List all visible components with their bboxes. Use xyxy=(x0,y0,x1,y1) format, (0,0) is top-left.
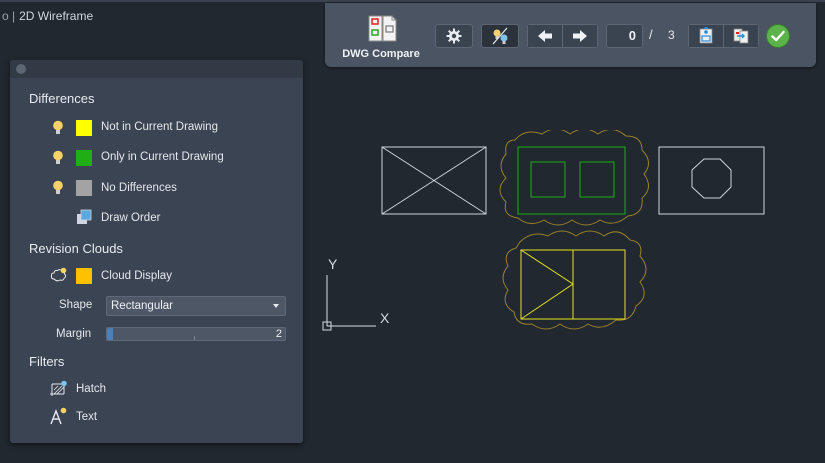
only-in-current-label: Only in Current Drawing xyxy=(101,151,224,163)
chevron-down-icon xyxy=(273,304,279,308)
lightbulb-icon[interactable] xyxy=(52,120,64,136)
lightbulb-icon[interactable] xyxy=(52,150,64,166)
text-icon[interactable] xyxy=(50,407,68,425)
dwg-compare-icon xyxy=(368,15,397,42)
settings-button[interactable] xyxy=(435,24,473,48)
shape-value: Rectangular xyxy=(111,300,174,312)
filters-heading: Filters xyxy=(29,354,65,369)
margin-value: 2 xyxy=(275,328,282,340)
text-filter-label[interactable]: Text xyxy=(76,411,97,423)
shape-dropdown[interactable]: Rectangular xyxy=(106,296,286,316)
page-separator: / xyxy=(649,27,653,42)
import-icon xyxy=(733,28,749,44)
highlight-toggle-icon xyxy=(492,27,508,45)
gear-icon xyxy=(446,28,462,44)
import-objects-button[interactable] xyxy=(723,25,758,47)
close-icon[interactable] xyxy=(16,64,26,74)
hatch-filter-label[interactable]: Hatch xyxy=(76,383,106,395)
done-button[interactable] xyxy=(767,25,789,47)
dwg-compare-app[interactable]: DWG Compare xyxy=(341,11,421,63)
dwg-compare-label: DWG Compare xyxy=(342,48,420,60)
current-difference-field[interactable]: 0 xyxy=(606,24,643,48)
drawing-area[interactable] xyxy=(310,130,810,350)
snapshot-buttons xyxy=(688,24,759,48)
not-in-current-label: Not in Current Drawing xyxy=(101,121,218,133)
cloud-display-label: Cloud Display xyxy=(101,270,172,282)
snapshot-icon xyxy=(699,27,713,44)
lightbulb-icon[interactable] xyxy=(52,180,64,196)
checkmark-icon xyxy=(771,30,785,42)
differences-heading: Differences xyxy=(29,91,95,106)
previous-difference-button[interactable] xyxy=(528,25,562,47)
not-in-current-color-swatch[interactable] xyxy=(76,120,92,136)
no-differences-color-swatch[interactable] xyxy=(76,180,92,196)
revision-cloud-top xyxy=(499,130,649,226)
compare-settings-panel: Differences Not in Current Drawing Only … xyxy=(10,60,303,443)
snapshot-button[interactable] xyxy=(689,25,723,47)
draw-order-icon[interactable] xyxy=(76,209,92,225)
cloud-display-icon[interactable] xyxy=(50,267,68,283)
arrow-right-icon xyxy=(573,30,587,42)
panel-header[interactable] xyxy=(10,60,303,78)
only-in-current-geometry xyxy=(517,146,626,215)
dwg-compare-toolbar: DWG Compare 0 / 3 xyxy=(325,3,816,67)
toggle-highlight-button[interactable] xyxy=(481,24,519,48)
margin-slider-fill xyxy=(107,328,113,340)
margin-slider[interactable]: 2 xyxy=(106,327,286,341)
visual-style-label[interactable]: 2D Wireframe xyxy=(19,9,93,23)
unchanged-rectangle xyxy=(381,146,487,215)
revision-clouds-heading: Revision Clouds xyxy=(29,241,123,256)
hatch-icon[interactable] xyxy=(50,380,68,397)
margin-label: Margin xyxy=(56,328,92,340)
margin-slider-tick xyxy=(194,336,195,340)
draw-order-label[interactable]: Draw Order xyxy=(101,212,160,224)
arrow-left-icon xyxy=(538,30,552,42)
viewport-controls[interactable]: o | 2D Wireframe xyxy=(0,9,93,23)
total-differences: 3 xyxy=(668,28,675,42)
no-differences-label: No Differences xyxy=(101,182,177,194)
navigation-buttons xyxy=(527,24,598,48)
not-in-current-geometry xyxy=(520,249,626,320)
cloud-color-swatch[interactable] xyxy=(76,268,92,284)
viewport-separator: o | xyxy=(2,9,16,23)
shape-label: Shape xyxy=(59,299,93,311)
only-in-current-color-swatch[interactable] xyxy=(76,150,92,166)
unchanged-octagon-rectangle xyxy=(658,146,765,215)
next-difference-button[interactable] xyxy=(562,25,597,47)
top-strip xyxy=(0,0,825,2)
